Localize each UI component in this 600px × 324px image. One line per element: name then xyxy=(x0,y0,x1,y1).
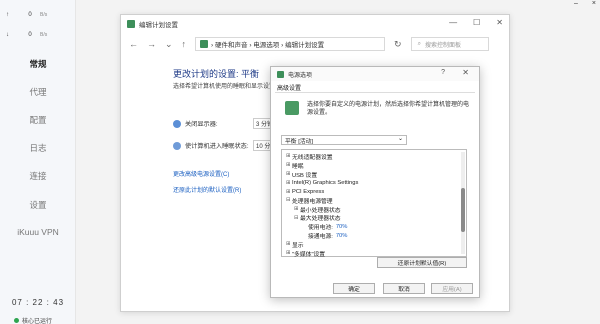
tree-item[interactable]: ⊞ USB 设置 xyxy=(286,170,462,179)
app-window-controls: – × xyxy=(574,0,596,7)
tree-item-label: USB 设置 xyxy=(292,172,318,179)
monitor-icon xyxy=(173,119,181,128)
tree-scrollbar[interactable] xyxy=(461,152,465,254)
upload-speed: ↑ 0 B/s xyxy=(6,12,66,18)
tree-item-label: 显示 xyxy=(292,242,304,249)
tree-item[interactable]: ⊞ 最小处理器状态 xyxy=(286,205,462,214)
sleep-row: 使计算机进入睡眠状态: 10 分 xyxy=(173,140,275,151)
tree-item[interactable]: 使用电池: 70% xyxy=(286,222,462,232)
nav-connections[interactable]: 连接 xyxy=(0,170,76,182)
status-dot-icon xyxy=(14,318,19,323)
breadcrumb[interactable]: › 硬件和声音 › 电源选项 › 编辑计划设置 xyxy=(195,37,386,51)
uptime-clock: 07 : 22 : 43 xyxy=(11,298,65,307)
breadcrumb-path: › 硬件和声音 › 电源选项 › 编辑计划设置 xyxy=(211,42,325,49)
up-button[interactable]: ↑ xyxy=(182,39,187,49)
recent-dropdown-icon[interactable]: ⌄ xyxy=(165,39,173,50)
restore-defaults-link[interactable]: 还原此计划的默认设置(R) xyxy=(173,185,241,194)
tree-item[interactable]: ⊞ 显示 xyxy=(286,240,462,249)
tree-item-label: 接通电源: xyxy=(308,234,333,241)
tree-item[interactable]: ⊞ 睡眠 xyxy=(286,161,462,170)
ok-button[interactable]: 确定 xyxy=(333,283,375,294)
nav-general[interactable]: 常规 xyxy=(0,58,76,70)
moon-icon xyxy=(173,141,181,150)
plan-select[interactable]: 平衡 [活动] ⌄ xyxy=(281,135,407,145)
upload-value: 0 xyxy=(28,12,32,18)
address-bar: ← → ⌄ ↑ › 硬件和声音 › 电源选项 › 编辑计划设置 ↻ ⌕ 搜索控制… xyxy=(121,33,509,55)
refresh-button[interactable]: ↻ xyxy=(394,39,402,50)
edit-plan-controls: — ☐ ✕ xyxy=(449,18,503,27)
display-off-row: 关闭显示器: 3 分钟 xyxy=(173,118,275,129)
search-input[interactable]: ⌕ 搜索控制面板 xyxy=(410,37,489,51)
tree-item[interactable]: ⊟ 最大处理器状态 xyxy=(286,214,462,223)
core-status-label: 核心已运行 xyxy=(22,319,53,324)
upload-unit: B/s xyxy=(40,12,48,18)
tree-item[interactable]: ⊟ 处理器电源管理 xyxy=(286,196,462,205)
tree-item-label: Intel(R) Graphics Settings xyxy=(292,179,359,186)
page-title: 更改计划的设置: 平衡 xyxy=(173,69,260,79)
scrollbar-thumb[interactable] xyxy=(461,188,465,232)
tree-item[interactable]: ⊞ Intel(R) Graphics Settings xyxy=(286,178,462,187)
download-unit: B/s xyxy=(40,32,48,38)
power-plan-icon xyxy=(285,101,299,115)
tree-item[interactable]: 接通电源: 70% xyxy=(286,231,462,241)
dialog-titlebar: 电源选项 ? ✕ xyxy=(271,67,479,81)
power-options-dialog: 电源选项 ? ✕ 高级设置 选择你要自定义的电源计划，然后选择你希望计算机管理的… xyxy=(270,66,480,298)
nav-ikuuu-vpn[interactable]: iKuuu VPN xyxy=(0,227,76,237)
apply-button[interactable]: 应用(A) xyxy=(431,283,473,294)
tree-item-label: "多媒体"设置 xyxy=(292,251,326,258)
tree-item-label: PCI Express xyxy=(292,188,325,195)
tab-divider xyxy=(275,92,475,93)
tree-item[interactable]: ⊞ PCI Express xyxy=(286,187,462,196)
cancel-button[interactable]: 取消 xyxy=(383,283,425,294)
tree-item-label: 最大处理器状态 xyxy=(300,216,341,223)
maximize-button[interactable]: ☐ xyxy=(473,18,480,27)
nav-settings[interactable]: 设置 xyxy=(0,199,76,211)
download-arrow-icon: ↓ xyxy=(6,32,9,38)
app-close-button[interactable]: × xyxy=(592,0,596,7)
upload-arrow-icon: ↑ xyxy=(6,12,9,18)
plan-select-value: 平衡 [活动] xyxy=(285,139,314,145)
tab-advanced-settings[interactable]: 高级设置 xyxy=(277,83,301,92)
dialog-description: 选择你要自定义的电源计划，然后选择你希望计算机管理的电源设置。 xyxy=(307,102,470,116)
search-placeholder: 搜索控制面板 xyxy=(424,42,461,49)
settings-tree[interactable]: ⊞ 无线适配器设置 ⊞ 睡眠 ⊞ USB 设置 ⊞ Intel(R) Graphics Set… xyxy=(281,149,467,258)
tree-item[interactable]: ⊞ 无线适配器设置 xyxy=(286,152,462,161)
nav-logs[interactable]: 日志 xyxy=(0,142,76,154)
edit-plan-titlebar: 编辑计划设置 — ☐ ✕ xyxy=(121,15,509,33)
tree-item-value[interactable]: 70% xyxy=(336,224,348,230)
search-icon: ⌕ xyxy=(417,40,421,47)
edit-plan-title: 编辑计划设置 xyxy=(139,22,178,29)
tree-item-label: 无线适配器设置 xyxy=(292,154,333,161)
core-status: 核心已运行 xyxy=(14,316,52,324)
dialog-title: 电源选项 xyxy=(288,72,313,79)
app-sidebar: ↑ 0 B/s ↓ 0 B/s 常规 代理 配置 日志 连接 设置 iKuuu … xyxy=(0,0,76,324)
control-panel-icon xyxy=(127,20,135,28)
back-button[interactable]: ← xyxy=(129,39,138,49)
tree-item-label: 处理器电源管理 xyxy=(292,198,333,205)
forward-button[interactable]: → xyxy=(147,39,156,49)
minimize-button[interactable]: — xyxy=(449,18,457,27)
nav-proxy[interactable]: 代理 xyxy=(0,86,76,98)
download-speed: ↓ 0 B/s xyxy=(6,32,66,38)
tree-item-label: 最小处理器状态 xyxy=(300,207,341,214)
app-minimize-button[interactable]: – xyxy=(574,0,578,7)
display-off-label: 关闭显示器: xyxy=(185,121,218,128)
advanced-settings-link[interactable]: 更改高级电源设置(C) xyxy=(173,169,229,178)
control-panel-icon xyxy=(200,40,209,48)
nav-profiles[interactable]: 配置 xyxy=(0,114,76,126)
download-value: 0 xyxy=(28,32,32,38)
tree-item-value[interactable]: 70% xyxy=(336,233,348,239)
dialog-close-button[interactable]: ✕ xyxy=(462,68,469,77)
tree-item-label: 睡眠 xyxy=(292,163,304,170)
chevron-down-icon: ⌄ xyxy=(397,136,403,142)
close-button[interactable]: ✕ xyxy=(496,18,503,27)
power-icon xyxy=(277,70,284,78)
help-button[interactable]: ? xyxy=(441,69,445,76)
tree-item-label: 使用电池: xyxy=(308,225,333,232)
page-subtitle: 选择希望计算机使用的睡眠和显示设置。 xyxy=(173,84,282,90)
sleep-label: 使计算机进入睡眠状态: xyxy=(185,143,249,150)
restore-plan-defaults-button[interactable]: 还原计划默认值(R) xyxy=(377,257,467,268)
